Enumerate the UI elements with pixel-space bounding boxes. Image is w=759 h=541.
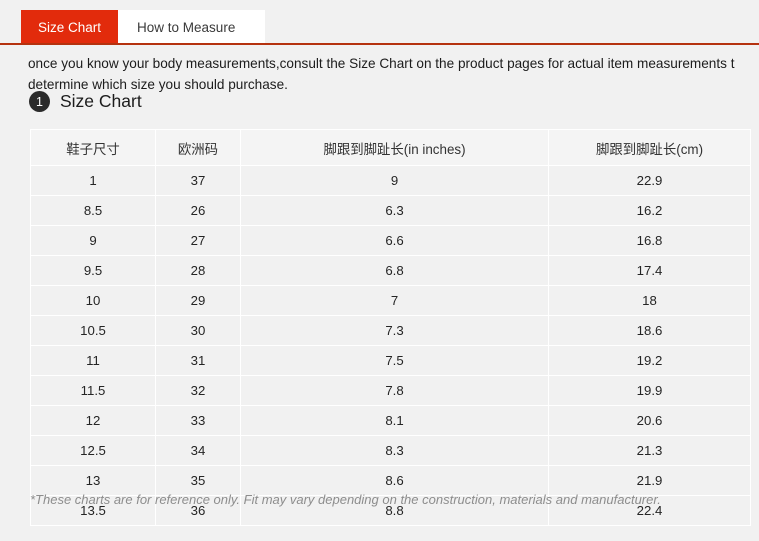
table-cell: 28 [155,255,241,286]
table-header: 鞋子尺寸 欧洲码 脚跟到脚趾长(in inches) 脚跟到脚趾长(cm) [30,129,751,166]
step-number-badge: 1 [29,91,50,112]
table-cell: 10 [30,285,156,316]
table-cell: 18.6 [548,315,751,346]
table-cell: 8.5 [30,195,156,226]
table-cell: 6.8 [240,255,549,286]
column-header-length-cm: 脚跟到脚趾长(cm) [548,129,751,166]
table-cell: 9.5 [30,255,156,286]
table-cell: 21.3 [548,435,751,466]
size-chart-table: 鞋子尺寸 欧洲码 脚跟到脚趾长(in inches) 脚跟到脚趾长(cm) 13… [30,129,751,526]
table-header-row: 鞋子尺寸 欧洲码 脚跟到脚趾长(in inches) 脚跟到脚趾长(cm) [30,129,751,166]
table-cell: 17.4 [548,255,751,286]
table-cell: 7 [240,285,549,316]
column-header-length-inch: 脚跟到脚趾长(in inches) [240,129,549,166]
table-cell: 19.9 [548,375,751,406]
table-cell: 9 [240,165,549,196]
table-cell: 33 [155,405,241,436]
table-cell: 30 [155,315,241,346]
table-row: 11.5 32 7.8 19.9 [30,375,751,406]
tab-list: Size Chart How to Measure [21,10,255,44]
intro-paragraph: once you know your body measurements,con… [28,53,759,95]
table-row: 9 27 6.6 16.8 [30,225,751,256]
table-cell: 8.3 [240,435,549,466]
table-cell: 16.2 [548,195,751,226]
table-cell: 37 [155,165,241,196]
table-cell: 12 [30,405,156,436]
size-chart-table-wrapper: 鞋子尺寸 欧洲码 脚跟到脚趾长(in inches) 脚跟到脚趾长(cm) 13… [30,129,751,526]
table-cell: 7.8 [240,375,549,406]
table-cell: 1 [30,165,156,196]
table-cell: 31 [155,345,241,376]
table-row: 8.5 26 6.3 16.2 [30,195,751,226]
tab-size-chart[interactable]: Size Chart [21,10,119,44]
column-header-shoe-size: 鞋子尺寸 [30,129,156,166]
table-cell: 13 [30,465,156,496]
table-cell: 6.6 [240,225,549,256]
section-heading: 1 Size Chart [29,91,142,112]
column-header-eu-size: 欧洲码 [155,129,241,166]
tab-how-to-measure[interactable]: How to Measure [118,10,255,44]
table-cell: 19.2 [548,345,751,376]
table-cell: 11.5 [30,375,156,406]
intro-line-1: once you know your body measurements,con… [28,56,735,71]
table-body: 1 37 9 22.9 8.5 26 6.3 16.2 9 27 6.6 16.8 9.5 28 6.8 17… [30,165,751,526]
page-title: Size Chart [60,91,142,111]
table-cell: 26 [155,195,241,226]
table-row: 10 29 7 18 [30,285,751,316]
table-row: 13 35 8.6 21.9 [30,465,751,496]
tab-bar-underline [0,43,759,45]
table-cell: 22.9 [548,165,751,196]
table-cell: 7.5 [240,345,549,376]
disclaimer-note: *These charts are for reference only. Fi… [30,492,661,507]
table-cell: 29 [155,285,241,316]
table-cell: 9 [30,225,156,256]
table-cell: 34 [155,435,241,466]
table-cell: 32 [155,375,241,406]
table-row: 1 37 9 22.9 [30,165,751,196]
table-cell: 18 [548,285,751,316]
table-cell: 8.1 [240,405,549,436]
tab-how-to-measure-label: How to Measure [137,19,236,35]
table-row: 12 33 8.1 20.6 [30,405,751,436]
table-cell: 11 [30,345,156,376]
table-cell: 6.3 [240,195,549,226]
table-cell: 7.3 [240,315,549,346]
tab-size-chart-label: Size Chart [38,19,102,35]
table-cell: 12.5 [30,435,156,466]
table-cell: 35 [155,465,241,496]
table-cell: 20.6 [548,405,751,436]
tab-bar: Size Chart How to Measure [0,0,759,45]
table-cell: 10.5 [30,315,156,346]
table-cell: 16.8 [548,225,751,256]
table-row: 10.5 30 7.3 18.6 [30,315,751,346]
table-row: 9.5 28 6.8 17.4 [30,255,751,286]
table-cell: 27 [155,225,241,256]
table-cell: 21.9 [548,465,751,496]
table-row: 12.5 34 8.3 21.3 [30,435,751,466]
table-cell: 8.6 [240,465,549,496]
table-row: 11 31 7.5 19.2 [30,345,751,376]
